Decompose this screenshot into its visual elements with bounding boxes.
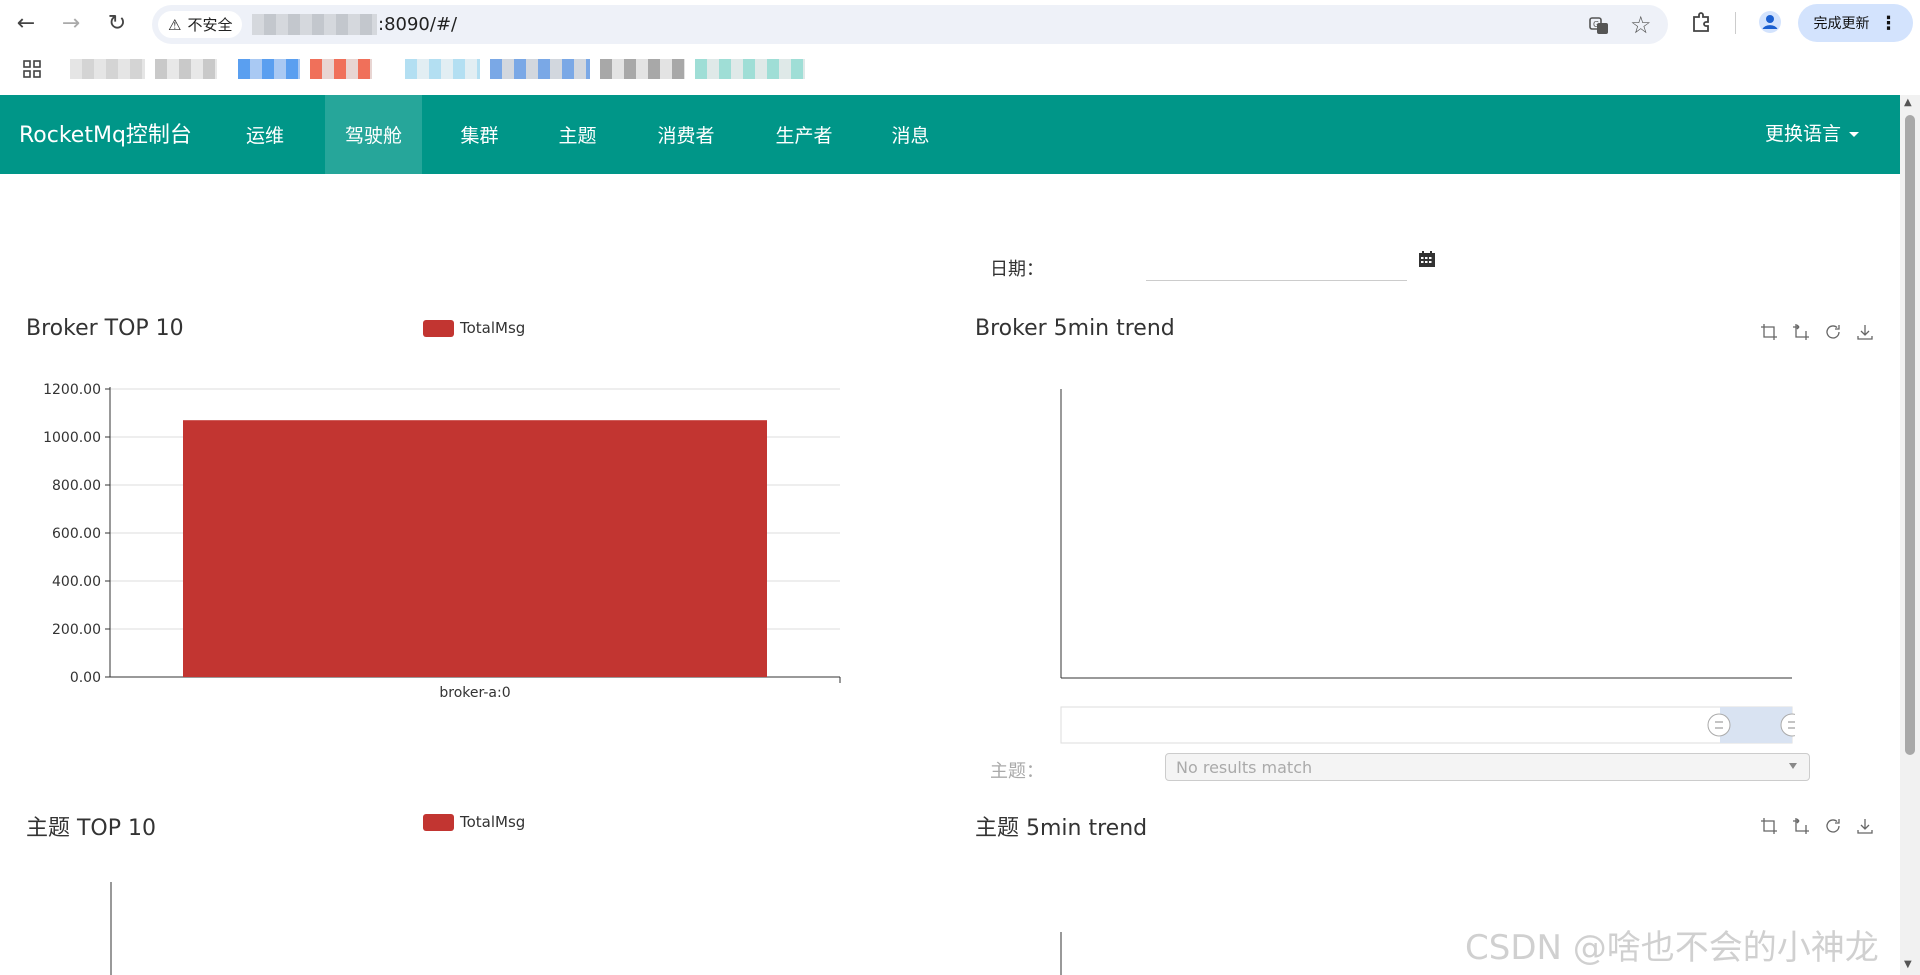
topic-top-title: 主题 TOP 10 [26, 816, 157, 841]
topic-select[interactable]: No results match [1165, 753, 1810, 781]
topic-top-chart [110, 882, 112, 975]
legend-label: TotalMsg [460, 319, 526, 337]
bookmark-item[interactable] [695, 59, 805, 79]
broker-top-chart: 0.00 200.00 400.00 600.00 800.00 1000.00 1200.… [43, 382, 841, 701]
broker-trend-chart [1060, 389, 1795, 744]
broker-top-legend[interactable]: TotalMsg [423, 319, 525, 337]
broker-top-title: Broker TOP 10 [26, 316, 184, 341]
bookmark-item[interactable] [310, 59, 372, 79]
bookmark-item[interactable] [155, 59, 217, 79]
bookmark-item[interactable] [238, 59, 300, 79]
scroll-thumb[interactable] [1905, 115, 1915, 755]
topic-trend-toolbox [1760, 817, 1874, 835]
page-scrollbar[interactable]: ▲ ▼ [1900, 95, 1920, 975]
forward-icon[interactable]: → [55, 10, 87, 36]
caret-down-icon [1849, 132, 1860, 137]
y-tick-label: 800.00 [52, 478, 101, 494]
watermark: CSDN @啥也不会的小神龙 [1465, 928, 1879, 968]
download-icon[interactable] [1856, 817, 1874, 835]
nav-item-ops[interactable]: 运维 [240, 95, 290, 174]
date-input[interactable] [1146, 246, 1407, 281]
nav-item-topic[interactable]: 主题 [550, 95, 605, 174]
datazoom-handle-left[interactable] [1707, 713, 1731, 737]
toolbar-divider [1735, 12, 1736, 34]
svg-text:G: G [1593, 20, 1599, 29]
chevron-down-icon [1789, 763, 1797, 769]
zoom-reset-icon[interactable] [1792, 817, 1810, 835]
nav-item-message[interactable]: 消息 [883, 95, 938, 174]
reload-icon[interactable]: ↻ [101, 10, 133, 36]
language-dropdown[interactable]: 更换语言 [1765, 119, 1860, 146]
calendar-icon[interactable] [1418, 250, 1436, 268]
security-chip[interactable]: ⚠ 不安全 [158, 11, 243, 38]
zoom-icon[interactable] [1760, 323, 1778, 341]
url-text: :8090/#/ [378, 14, 458, 35]
bookmark-star-icon[interactable]: ☆ [1630, 11, 1652, 39]
warning-icon: ⚠ [168, 15, 182, 34]
legend-swatch [423, 813, 454, 831]
topic-top-legend[interactable]: TotalMsg [423, 813, 525, 831]
bookmark-item[interactable] [600, 59, 685, 79]
update-label: 完成更新 [1813, 16, 1870, 32]
datazoom-track[interactable] [1060, 706, 1793, 744]
url-host-redacted [252, 14, 377, 35]
restore-icon[interactable] [1824, 817, 1842, 835]
topic-trend-title: 主题 5min trend [975, 816, 1148, 841]
translate-icon[interactable]: G [1588, 15, 1610, 37]
broker-trend-toolbox [1760, 323, 1874, 341]
zoom-reset-icon[interactable] [1792, 323, 1810, 341]
extensions-icon[interactable] [1690, 11, 1712, 33]
apps-grid-icon[interactable] [23, 60, 41, 78]
security-label: 不安全 [187, 16, 233, 34]
scroll-down-arrow-icon[interactable]: ▼ [1904, 959, 1912, 970]
brand-title[interactable]: RocketMq控制台 [19, 117, 192, 149]
x-tick-label: broker-a:0 [439, 685, 510, 701]
back-icon[interactable]: ← [10, 10, 42, 36]
restore-icon[interactable] [1824, 323, 1842, 341]
y-tick-label: 200.00 [52, 622, 101, 638]
nav-item-producer[interactable]: 生产者 [768, 95, 840, 174]
legend-swatch [423, 319, 454, 337]
language-label: 更换语言 [1765, 123, 1842, 145]
bookmark-item[interactable] [405, 59, 480, 79]
y-tick-label: 400.00 [52, 574, 101, 590]
topic-trend-chart [1060, 932, 1062, 975]
topic-label: 主题： [990, 761, 1044, 782]
nav-item-consumer[interactable]: 消费者 [650, 95, 722, 174]
bookmark-item[interactable] [70, 59, 145, 79]
bookmark-item[interactable] [490, 59, 590, 79]
download-icon[interactable] [1856, 323, 1874, 341]
address-bar[interactable]: ⚠ 不安全 :8090/#/ G ☆ [152, 5, 1668, 44]
topic-select-placeholder: No results match [1176, 757, 1313, 777]
bar [183, 420, 767, 677]
browser-chrome: ← → ↻ ⚠ 不安全 :8090/#/ G ☆ 完成更新 ⋮ [0, 0, 1920, 95]
date-label: 日期： [990, 259, 1044, 280]
y-tick-label: 600.00 [52, 526, 101, 542]
scroll-up-arrow-icon[interactable]: ▲ [1904, 97, 1912, 108]
y-tick-label: 1200.00 [43, 382, 101, 398]
broker-trend-title: Broker 5min trend [975, 316, 1175, 341]
app-navbar: RocketMq控制台 运维 驾驶舱 集群 主题 消费者 生产者 消息 更换语言 [0, 95, 1900, 174]
nav-item-cluster[interactable]: 集群 [452, 95, 507, 174]
y-tick-label: 1000.00 [43, 430, 101, 446]
zoom-icon[interactable] [1760, 817, 1778, 835]
menu-icon[interactable]: ⋮ [1880, 13, 1898, 34]
update-button[interactable]: 完成更新 ⋮ [1798, 4, 1913, 42]
y-tick-label: 0.00 [70, 670, 101, 686]
legend-label: TotalMsg [460, 813, 526, 831]
nav-item-dashboard[interactable]: 驾驶舱 [325, 95, 422, 174]
profile-icon[interactable] [1758, 10, 1782, 34]
bookmarks-bar [0, 55, 1920, 85]
